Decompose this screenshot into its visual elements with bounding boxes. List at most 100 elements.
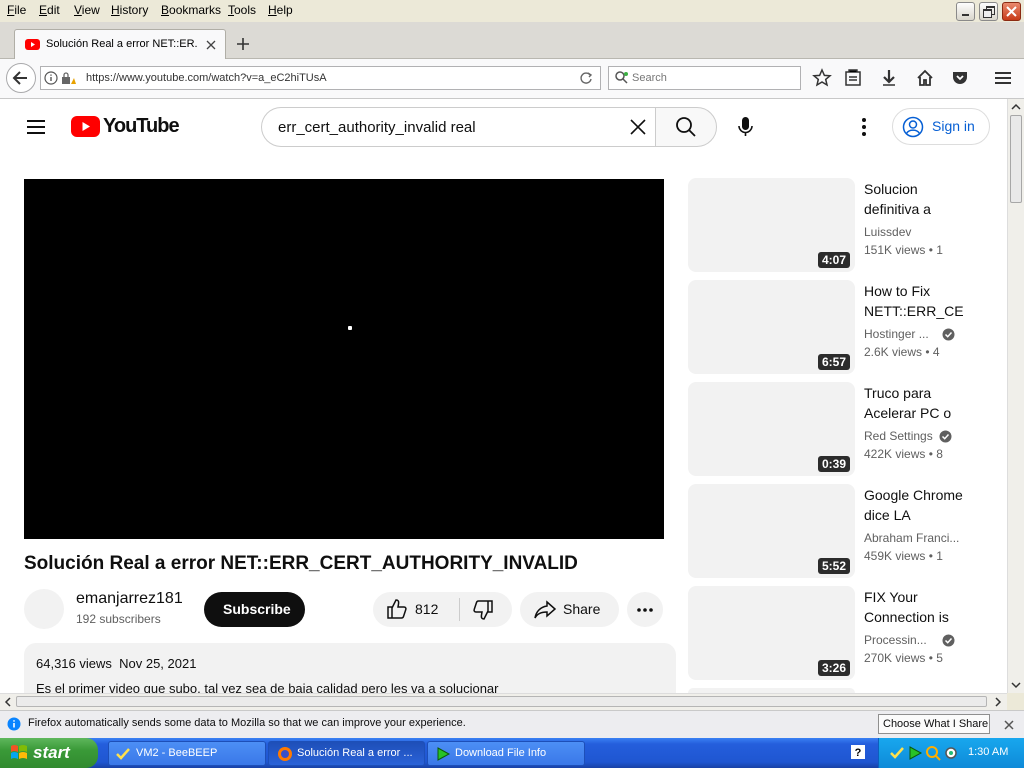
youtube-search-box[interactable]: err_cert_authority_invalid real [261, 107, 656, 147]
taskbar-item-beebeep[interactable]: VM2 - BeeBEEP [108, 741, 266, 766]
related-channel[interactable]: Red Settings [864, 429, 938, 443]
video-player[interactable] [24, 179, 664, 539]
start-button[interactable]: start [0, 738, 98, 768]
back-button[interactable] [6, 63, 36, 93]
related-title-line2: NETT::ERR_CE [864, 303, 964, 319]
taskbar-item-firefox[interactable]: Solución Real a error ... [268, 741, 425, 766]
taskbar-item-download-file-info[interactable]: Download File Info [427, 741, 585, 766]
lock-warning-icon[interactable] [60, 71, 76, 85]
home-icon[interactable] [915, 68, 935, 88]
hamburger-menu-icon[interactable] [993, 68, 1013, 88]
close-notification-icon[interactable] [1003, 719, 1015, 731]
choose-what-i-share-button[interactable]: Choose What I Share [878, 714, 990, 734]
scroll-up-icon[interactable] [1008, 99, 1024, 115]
scroll-down-icon[interactable] [1008, 677, 1024, 693]
system-tray: 1:30 AM [878, 738, 1024, 768]
close-window-button[interactable] [1002, 2, 1021, 21]
youtube-favicon-icon [25, 39, 40, 50]
choose-what-i-share-label: Choose What I Share [883, 718, 989, 730]
description-box[interactable]: 64,316 views Nov 25, 2021 Es el primer v… [24, 643, 676, 693]
menu-bar: File Edit View History Bookmarks Tools H… [0, 0, 1024, 22]
help-icon[interactable]: ? [851, 745, 865, 759]
close-icon [1006, 6, 1017, 17]
bookmark-star-icon[interactable] [812, 68, 832, 88]
more-horizontal-icon [637, 608, 653, 612]
share-icon [534, 600, 556, 619]
menu-file[interactable]: File [7, 3, 26, 17]
share-button[interactable]: Share [520, 592, 619, 627]
related-channel[interactable]: Abraham Franci... [864, 531, 964, 545]
restore-button[interactable] [979, 2, 998, 21]
like-dislike-group: 812 [373, 592, 512, 627]
tab-close-icon[interactable] [206, 40, 216, 50]
scroll-left-icon[interactable] [0, 694, 16, 710]
windows-flag-icon [11, 745, 27, 759]
verified-badge-icon [942, 634, 955, 647]
more-options-icon[interactable] [861, 117, 867, 137]
search-bar[interactable]: Search [608, 66, 801, 90]
related-title-line1: FIX Your [864, 589, 918, 605]
tray-search-icon[interactable] [925, 745, 941, 761]
related-title-line2: Acelerar PC o [864, 405, 952, 421]
new-tab-icon[interactable] [236, 37, 250, 51]
download-icon[interactable] [879, 68, 899, 88]
search-engine-icon [615, 71, 628, 84]
guide-menu-icon[interactable] [25, 118, 47, 136]
related-channel[interactable]: Hostinger ... [864, 327, 936, 341]
views-and-date: 64,316 views Nov 25, 2021 [36, 656, 197, 671]
related-meta: 151K views • 1 [864, 243, 943, 257]
clock: 1:30 AM [968, 746, 1009, 758]
subscribe-button[interactable]: Subscribe [204, 592, 305, 627]
related-meta: 2.6K views • 4 [864, 345, 940, 359]
scroll-right-icon[interactable] [990, 694, 1006, 710]
related-channel[interactable]: Luissdev [864, 225, 960, 239]
tray-play-icon[interactable] [907, 745, 923, 761]
start-label: start [33, 743, 70, 762]
more-actions-button[interactable] [627, 592, 663, 627]
youtube-search-input[interactable]: err_cert_authority_invalid real [278, 119, 476, 136]
menu-tools[interactable]: Tools [228, 3, 256, 17]
scrollbar-corner [1007, 693, 1024, 710]
horizontal-scrollbar[interactable] [0, 693, 1007, 710]
like-count: 812 [415, 601, 439, 617]
video-duration: 6:57 [818, 354, 851, 370]
related-title-line1: How to Fix [864, 283, 931, 299]
channel-avatar[interactable] [24, 589, 64, 629]
youtube-play-icon [71, 116, 100, 137]
reading-list-icon[interactable] [843, 68, 863, 88]
microphone-icon[interactable] [736, 115, 756, 139]
menu-history[interactable]: History [111, 3, 148, 17]
sign-in-button[interactable]: Sign in [892, 108, 990, 145]
horizontal-scroll-thumb[interactable] [16, 696, 987, 707]
related-title-line1: Google Chrome [864, 487, 963, 503]
vertical-scrollbar[interactable] [1007, 99, 1024, 693]
youtube-logo[interactable]: YouTube [71, 115, 180, 139]
tray-settings-icon[interactable] [943, 745, 959, 761]
clear-search-icon[interactable] [628, 117, 648, 137]
menu-help[interactable]: Help [268, 3, 293, 17]
menu-view[interactable]: View [74, 3, 100, 17]
video-duration: 3:26 [818, 660, 851, 676]
minimize-button[interactable] [956, 2, 975, 21]
related-title-line1: Solucion [864, 181, 918, 197]
subscriber-count: 192 subscribers [76, 612, 161, 626]
pocket-icon[interactable] [950, 68, 970, 88]
info-icon[interactable] [44, 71, 58, 85]
tray-network-icon[interactable] [889, 745, 905, 761]
verified-badge-icon [942, 328, 955, 341]
related-title-line2: dice LA [864, 507, 911, 523]
taskbar-item-label: Solución Real a error ... [297, 747, 413, 759]
tab-youtube-video[interactable]: Solución Real a error NET::ER... [14, 29, 226, 59]
related-channel[interactable]: Processin... [864, 633, 936, 647]
menu-bookmarks[interactable]: Bookmarks [161, 3, 221, 17]
youtube-search-button[interactable] [655, 107, 717, 147]
dislike-button[interactable] [460, 592, 512, 627]
channel-name[interactable]: emanjarrez181 [76, 590, 183, 608]
menu-edit[interactable]: Edit [39, 3, 60, 17]
reload-icon[interactable] [579, 71, 593, 85]
subscribe-label: Subscribe [223, 601, 291, 617]
scroll-thumb[interactable] [1010, 115, 1022, 203]
like-button[interactable]: 812 [373, 592, 459, 627]
back-arrow-icon [12, 71, 27, 85]
url-bar[interactable]: https://www.youtube.com/watch?v=a_eC2hiT… [40, 66, 601, 90]
